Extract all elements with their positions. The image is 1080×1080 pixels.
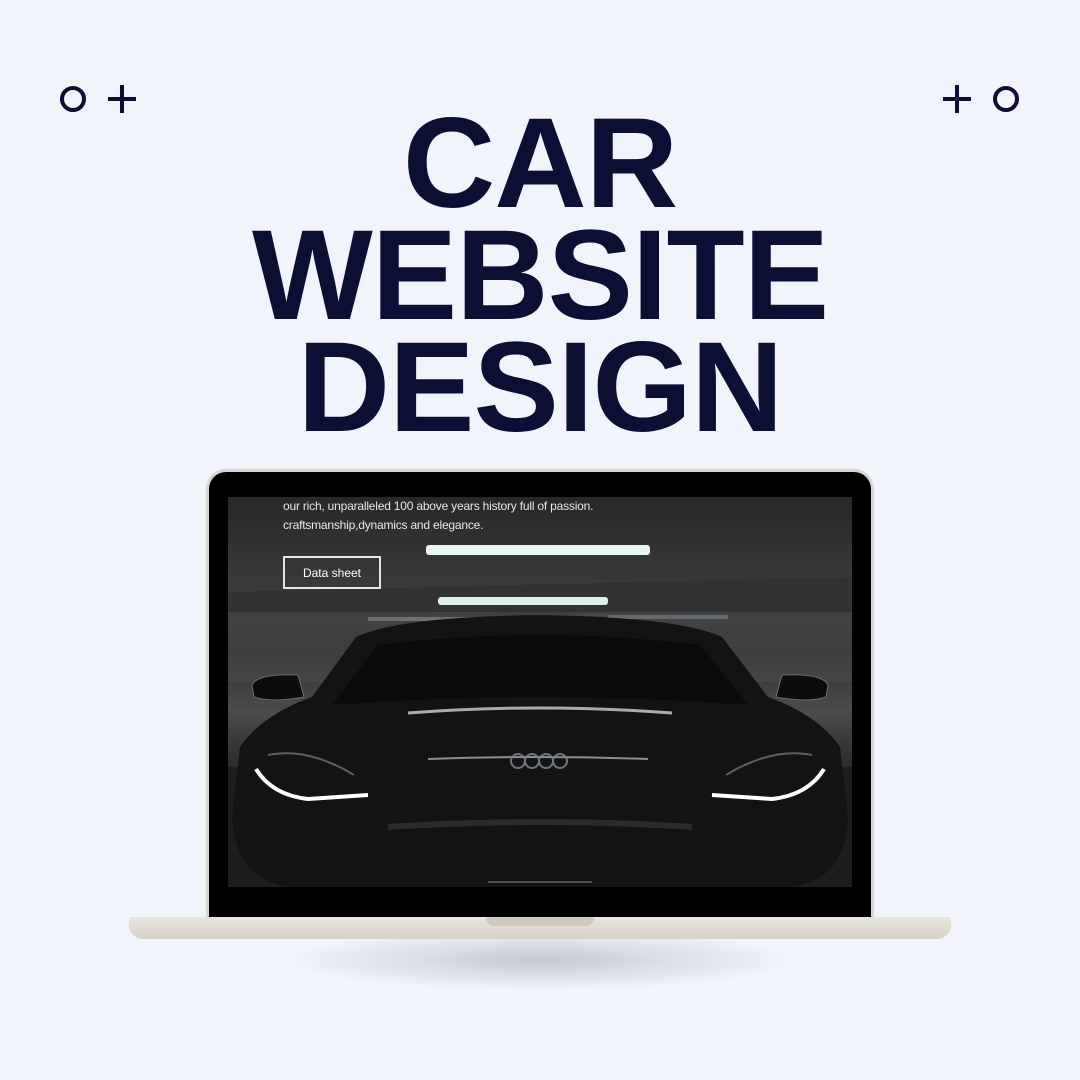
screen-intro-text: our rich, unparalleled 100 above years h… [283,497,593,535]
ceiling-light [426,545,650,555]
ceiling-light [438,597,608,605]
laptop-screen: our rich, unparalleled 100 above years h… [228,497,852,887]
laptop-shadow [290,930,790,990]
laptop-notch [486,917,594,926]
intro-text-line-1: our rich, unparalleled 100 above years h… [283,499,594,513]
intro-text-line-2: craftsmanship,dynamics and elegance. [283,518,484,532]
headline: CAR WEBSITE DESIGN [0,100,1080,459]
headline-line-3: DESIGN [297,316,784,459]
data-sheet-button[interactable]: Data sheet [283,556,381,589]
